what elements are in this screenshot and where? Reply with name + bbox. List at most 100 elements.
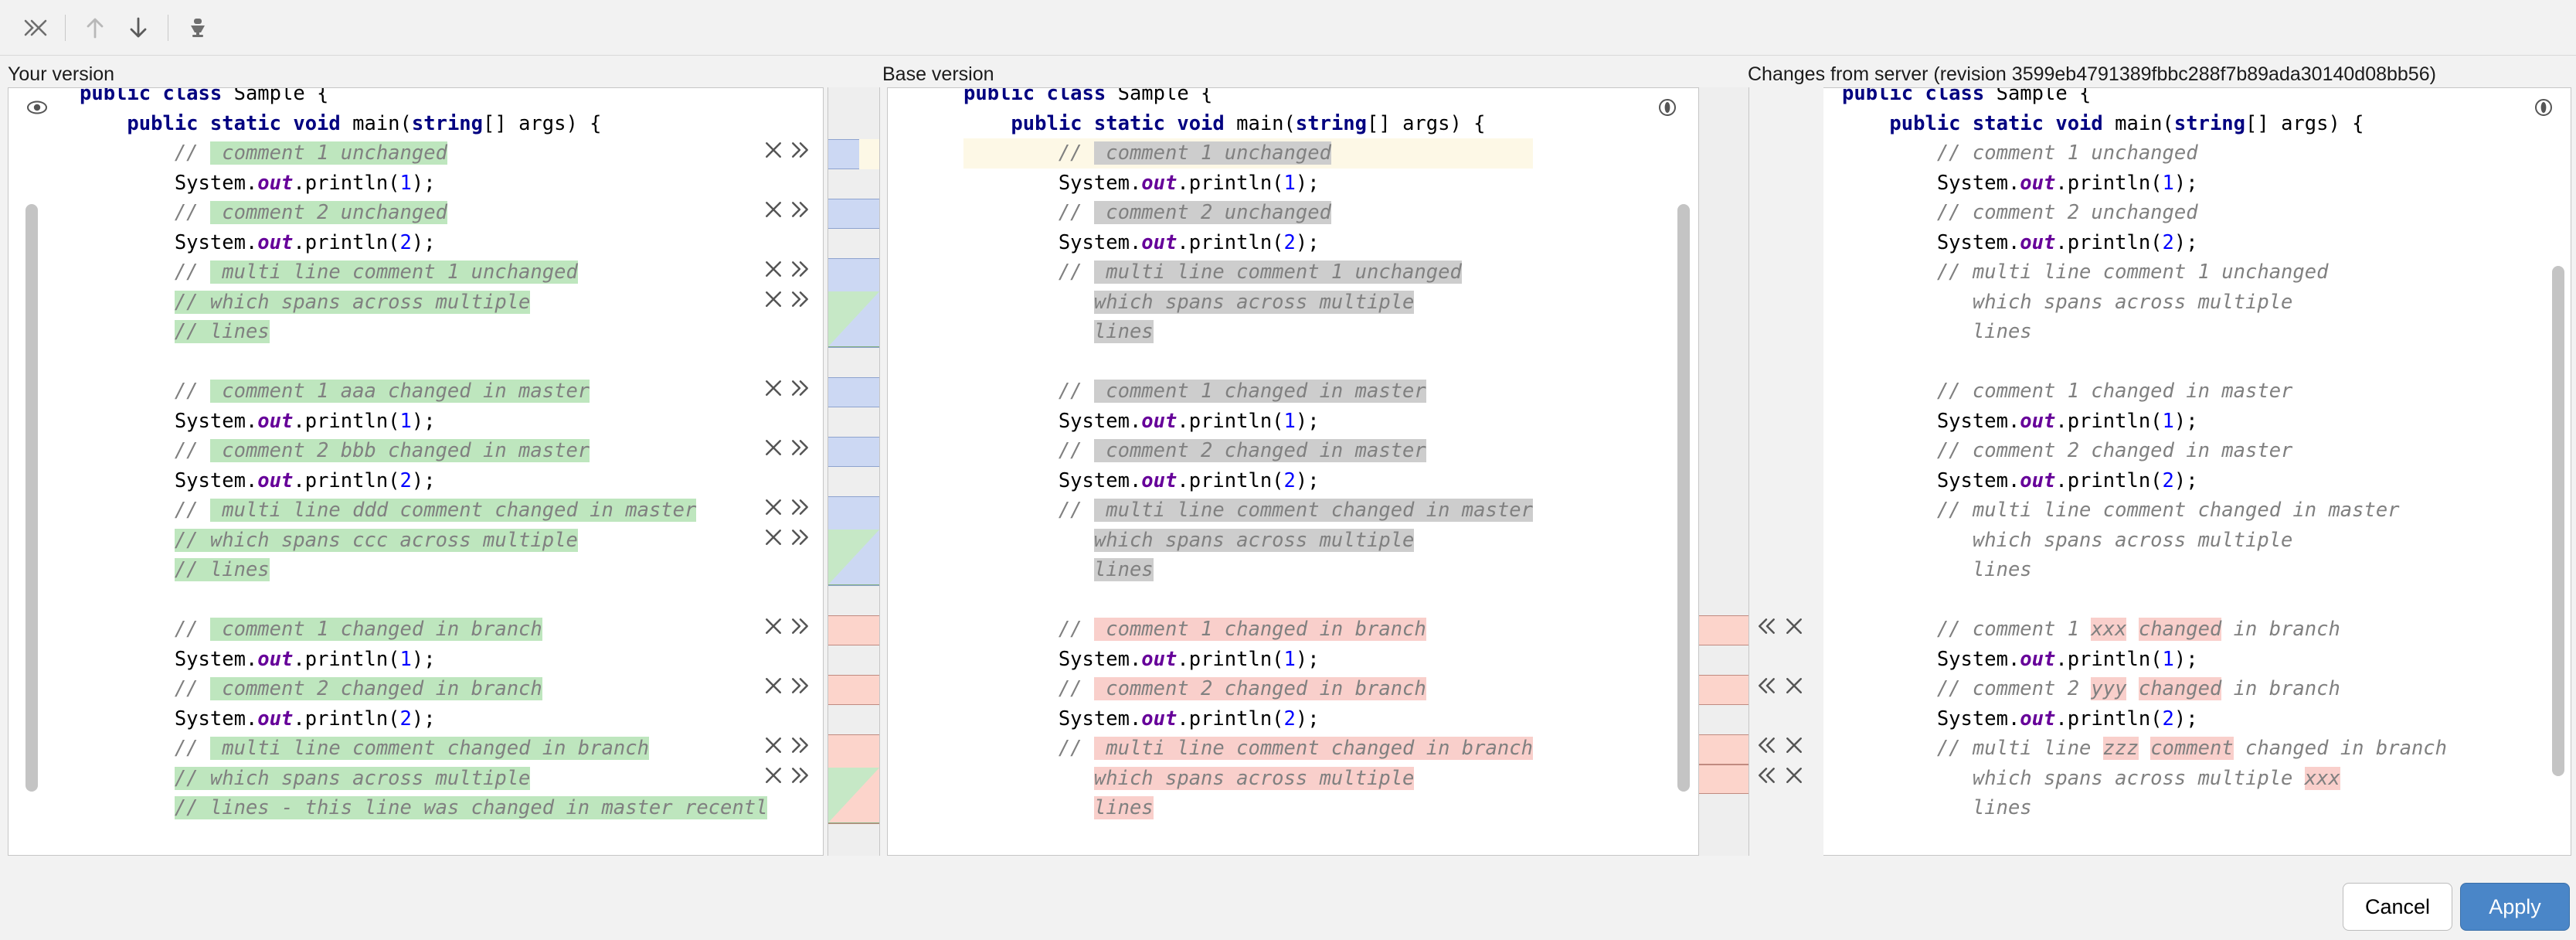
right-apply-change-icon[interactable]: [1757, 736, 1777, 754]
left-diff-block[interactable]: [828, 675, 879, 705]
center-line: System.out.println(2);: [963, 228, 1533, 258]
left-ignore-change-icon[interactable]: [764, 290, 783, 308]
right-apply-change-icon[interactable]: [1757, 617, 1777, 635]
left-diff-block[interactable]: [828, 437, 879, 467]
left-apply-change-icon[interactable]: [790, 766, 811, 785]
code-token: [963, 439, 1059, 462]
left-diff-strip[interactable]: [828, 87, 880, 856]
right-line: // comment 2 yyy changed in branch: [1842, 674, 2447, 704]
center-eye-icon[interactable]: [1656, 96, 1679, 119]
code-token: comment 2 changed in branch: [210, 677, 542, 700]
center-editor-scrollbar[interactable]: [1677, 204, 1690, 792]
collapse-unchanged-icon[interactable]: [14, 6, 57, 49]
right-editor[interactable]: public class Sample { public static void…: [1823, 87, 2571, 856]
right-diff-block[interactable]: [1699, 734, 1748, 765]
center-line: // comment 1 unchanged: [963, 138, 1533, 169]
left-apply-change-icon[interactable]: [790, 200, 811, 219]
right-ignore-change-icon[interactable]: [1785, 736, 1803, 754]
code-token: Sample {: [1984, 87, 2091, 105]
center-line: [963, 347, 1533, 377]
left-diff-block[interactable]: [828, 496, 879, 586]
left-ignore-change-icon[interactable]: [764, 260, 783, 278]
code-token: .println(: [2055, 410, 2162, 433]
left-ignore-change-icon[interactable]: [764, 141, 783, 159]
left-ignore-change-icon[interactable]: [764, 498, 783, 516]
left-ignore-change-icon[interactable]: [764, 379, 783, 397]
right-editor-scrollbar[interactable]: [2552, 266, 2564, 776]
code-token: );: [1296, 648, 1320, 671]
right-apply-change-icon[interactable]: [1757, 676, 1777, 695]
left-apply-change-icon[interactable]: [790, 736, 811, 754]
left-editor[interactable]: public class Sample { public static void…: [8, 87, 824, 856]
left-editor-scrollbar[interactable]: [25, 204, 38, 792]
apply-button[interactable]: Apply: [2460, 883, 2570, 931]
left-apply-change-icon[interactable]: [790, 379, 811, 397]
code-token: out: [1141, 469, 1177, 492]
left-ignore-change-icon[interactable]: [764, 200, 783, 219]
code-token: .println(: [2055, 707, 2162, 731]
right-ignore-change-icon[interactable]: [1785, 617, 1803, 635]
code-token: System.: [1937, 469, 2020, 492]
code-token: // comment 1 unchanged: [1937, 141, 2198, 165]
right-diff-block[interactable]: [1699, 675, 1748, 705]
code-token: .println(: [2055, 231, 2162, 254]
code-token: which spans across multiple: [1094, 767, 1415, 790]
code-token: [80, 767, 175, 790]
left-apply-change-icon[interactable]: [790, 528, 811, 547]
right-eye-icon[interactable]: [2532, 96, 2555, 119]
left-ignore-change-icon[interactable]: [764, 528, 783, 547]
left-ignore-change-icon[interactable]: [764, 766, 783, 785]
right-ignore-change-icon[interactable]: [1785, 766, 1803, 785]
right-apply-change-icon[interactable]: [1757, 766, 1777, 785]
code-token: // comment 2 unchanged: [1937, 201, 2198, 224]
right-ignore-change-icon[interactable]: [1785, 676, 1803, 695]
left-diff-block[interactable]: [828, 258, 879, 348]
center-line: // comment 1 changed in branch: [963, 615, 1533, 645]
left-diff-block[interactable]: [828, 377, 879, 407]
left-diff-block[interactable]: [828, 615, 879, 645]
left-apply-change-icon[interactable]: [790, 290, 811, 308]
left-apply-change-icon[interactable]: [790, 141, 811, 159]
right-diff-block[interactable]: [1699, 765, 1748, 795]
code-token: lines: [1973, 558, 2032, 581]
left-apply-change-icon[interactable]: [790, 498, 811, 516]
code-token: 2: [2163, 469, 2174, 492]
left-apply-change-icon[interactable]: [790, 676, 811, 695]
code-token: comment 2 unchanged: [1094, 201, 1331, 224]
left-ignore-change-icon[interactable]: [764, 617, 783, 635]
code-token: lines: [1094, 558, 1154, 581]
left-diff-block[interactable]: [828, 734, 879, 824]
code-token: xxx: [2305, 767, 2340, 790]
code-token: .println(: [2055, 648, 2162, 671]
center-line: lines: [963, 793, 1533, 823]
code-token: .println(: [293, 648, 399, 671]
code-token: changed in branch: [2234, 737, 2447, 760]
left-ignore-change-icon[interactable]: [764, 736, 783, 754]
code-token: System.: [1059, 648, 1141, 671]
code-token: [963, 737, 1059, 760]
right-diff-strip[interactable]: [1698, 87, 1749, 856]
center-editor[interactable]: public class Sample { public static void…: [887, 87, 1700, 856]
code-token: .println(: [293, 231, 399, 254]
code-token: System.: [1059, 172, 1141, 195]
left-line: System.out.println(1);: [80, 169, 767, 199]
code-token: [963, 112, 1011, 135]
left-apply-change-icon[interactable]: [790, 260, 811, 278]
next-difference-icon[interactable]: [117, 6, 160, 49]
right-diff-block[interactable]: [1699, 615, 1748, 645]
left-line: // multi line comment changed in branch: [80, 734, 767, 764]
left-diff-block[interactable]: [828, 199, 879, 229]
code-token: out: [257, 410, 293, 433]
code-token: out: [257, 707, 293, 731]
center-line: System.out.println(1);: [963, 169, 1533, 199]
code-token: lines: [1973, 796, 2032, 819]
left-eye-icon[interactable]: [25, 96, 49, 119]
previous-difference-icon[interactable]: [73, 6, 117, 49]
cancel-button[interactable]: Cancel: [2343, 883, 2452, 931]
code-token: [1842, 499, 1937, 522]
settings-icon[interactable]: [176, 6, 219, 49]
left-apply-change-icon[interactable]: [790, 617, 811, 635]
left-apply-change-icon[interactable]: [790, 438, 811, 457]
left-ignore-change-icon[interactable]: [764, 676, 783, 695]
left-ignore-change-icon[interactable]: [764, 438, 783, 457]
